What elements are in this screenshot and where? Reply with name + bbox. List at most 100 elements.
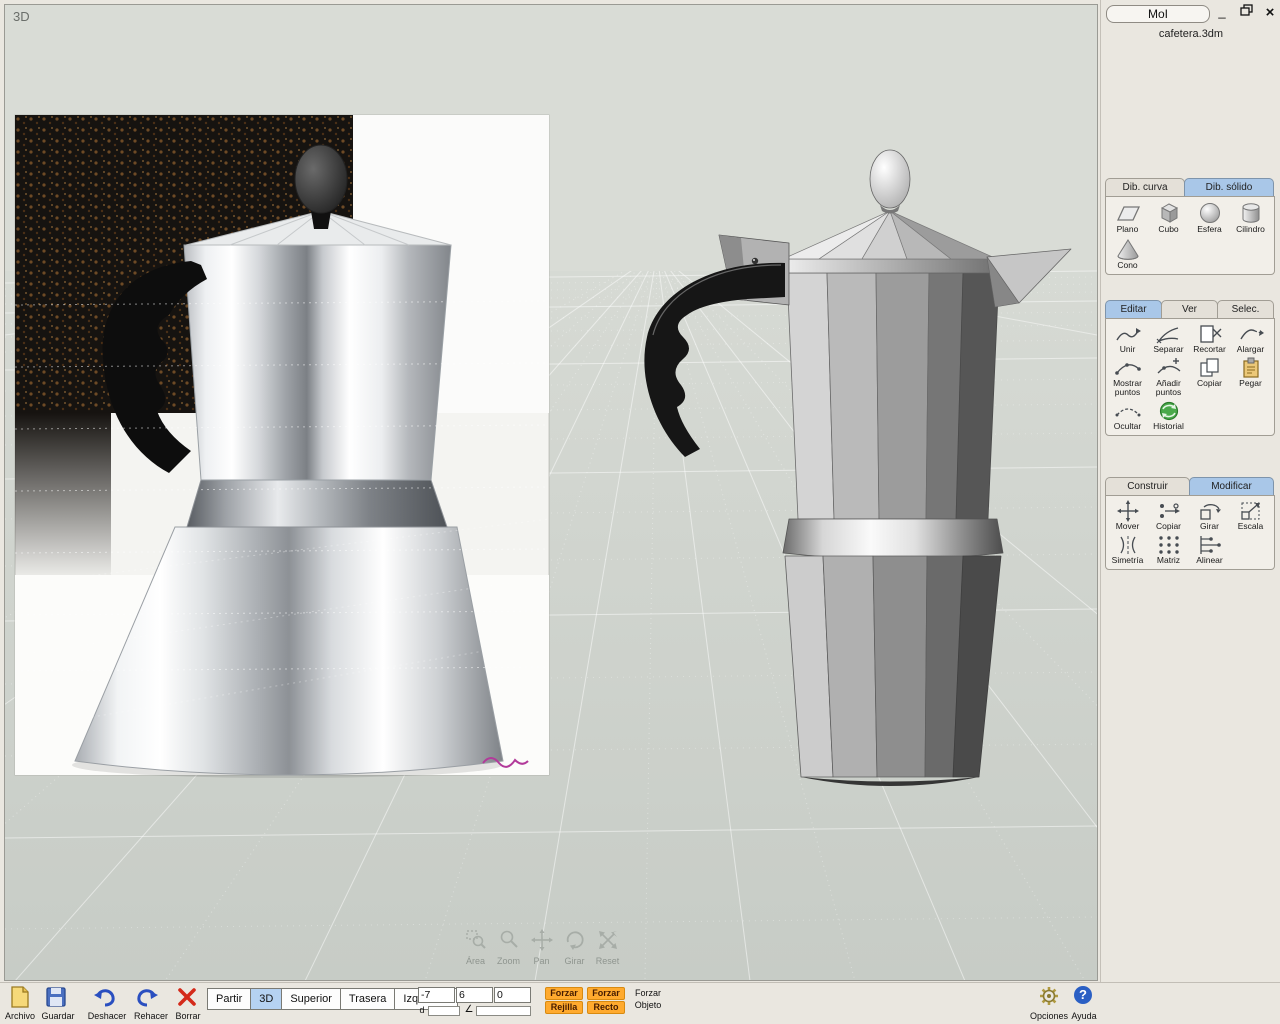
tool-copiar-mod[interactable]: Copiar — [1148, 500, 1189, 531]
extend-icon — [1239, 329, 1264, 340]
file-icon — [11, 986, 29, 1008]
minimize-button[interactable]: _ — [1213, 4, 1231, 20]
tool-alinear[interactable]: Alinear — [1189, 534, 1230, 565]
tool-unir[interactable]: Unir — [1107, 323, 1148, 354]
tool-escala[interactable]: Escala — [1230, 500, 1271, 531]
delete-x-icon — [178, 988, 196, 1006]
tool-esfera[interactable]: Esfera — [1189, 201, 1230, 234]
viewport-3d[interactable]: 3D Área Zoom Pan Girar Reset — [0, 4, 1280, 982]
tool-alargar[interactable]: Alargar — [1230, 323, 1271, 354]
tab-dib-solido[interactable]: Dib. sólido — [1184, 178, 1274, 196]
close-button[interactable]: × — [1261, 4, 1279, 21]
reference-image[interactable] — [14, 114, 550, 778]
tool-anadir-puntos[interactable]: Añadir puntos — [1148, 357, 1189, 397]
coord-z-input[interactable] — [494, 987, 531, 1003]
snap-straight-toggle[interactable]: Forzar Recto — [586, 987, 626, 1015]
snap-object-toggle[interactable]: Forzar Objeto — [628, 987, 668, 1015]
sphere-icon — [1199, 203, 1220, 223]
viewport-label: 3D — [13, 9, 30, 24]
copy-move-icon — [1159, 503, 1180, 518]
rotate-obj-icon — [1199, 504, 1221, 520]
delete-button[interactable] — [176, 986, 198, 1013]
tab-modificar[interactable]: Modificar — [1189, 477, 1274, 495]
ayuda-label: Ayuda — [1071, 1011, 1097, 1021]
tool-cilindro[interactable]: Cilindro — [1230, 201, 1271, 234]
redo-button[interactable] — [134, 985, 160, 1014]
distance-label: d — [419, 1005, 425, 1015]
tool-historial[interactable]: Historial — [1148, 400, 1189, 431]
maximize-button[interactable] — [1237, 4, 1255, 20]
tool-pegar[interactable]: Pegar — [1230, 357, 1271, 397]
archivo-label: Archivo — [4, 1011, 35, 1021]
tab-editar[interactable]: Editar — [1105, 300, 1162, 318]
tool-cubo[interactable]: Cubo — [1148, 201, 1189, 234]
tab-construir[interactable]: Construir — [1105, 477, 1190, 495]
gear-icon — [1040, 987, 1058, 1005]
tool-mostrar-puntos[interactable]: Mostrar puntos — [1107, 357, 1148, 397]
tool-girar[interactable]: Girar — [1189, 500, 1230, 531]
rotate-icon — [566, 931, 584, 950]
help-button[interactable]: ? — [1074, 986, 1092, 1004]
bottom-toolbar: Archivo Guardar Deshacer Rehacer Borrar — [0, 982, 1280, 1024]
help-icon: ? — [1079, 987, 1087, 1002]
undo-icon — [94, 989, 115, 1007]
viewport-nav: Área Zoom Pan Girar Reset — [459, 929, 624, 966]
join-icon — [1115, 328, 1141, 341]
tab-selec[interactable]: Selec. — [1217, 300, 1274, 318]
tool-copiar-edit[interactable]: Copiar — [1189, 357, 1230, 397]
tool-plano[interactable]: Plano — [1107, 201, 1148, 234]
cone-icon — [1116, 239, 1139, 260]
cube-icon — [1160, 203, 1178, 223]
tool-cono[interactable]: Cono — [1107, 237, 1148, 270]
history-icon — [1159, 401, 1178, 421]
redo-icon — [137, 989, 158, 1007]
coord-x-input[interactable] — [418, 987, 455, 1003]
paste-icon — [1242, 357, 1259, 378]
nav-reset-button[interactable]: Reset — [591, 929, 624, 966]
deshacer-label: Deshacer — [87, 1011, 127, 1021]
coord-y-input[interactable] — [456, 987, 493, 1003]
nav-pan-button[interactable]: Pan — [525, 929, 558, 966]
nav-area-button[interactable]: Área — [459, 929, 492, 966]
document-filename: cafetera.3dm — [1158, 28, 1224, 40]
tab-dib-curva[interactable]: Dib. curva — [1105, 178, 1185, 196]
options-button[interactable] — [1038, 985, 1060, 1012]
maximize-icon — [1239, 4, 1253, 16]
save-icon — [46, 987, 66, 1007]
tool-ocultar[interactable]: Ocultar — [1107, 400, 1148, 431]
cylinder-icon — [1242, 203, 1259, 223]
align-icon — [1199, 536, 1221, 554]
zoom-icon — [500, 930, 518, 948]
tool-mover[interactable]: Mover — [1107, 500, 1148, 531]
copy-icon — [1199, 358, 1219, 377]
guardar-label: Guardar — [41, 1011, 75, 1021]
tab-ver[interactable]: Ver — [1161, 300, 1218, 318]
mirror-icon — [1119, 536, 1136, 554]
reset-icon — [598, 931, 617, 949]
tool-simetria[interactable]: Simetría — [1107, 534, 1148, 565]
view-3d-button[interactable]: 3D — [250, 988, 283, 1010]
plane-icon — [1116, 206, 1140, 221]
area-zoom-icon — [465, 930, 486, 949]
view-partir-button[interactable]: Partir — [207, 988, 252, 1010]
show-points-icon — [1114, 363, 1141, 375]
nav-rotate-button[interactable]: Girar — [558, 929, 591, 966]
nav-zoom-button[interactable]: Zoom — [492, 929, 525, 966]
file-new-button[interactable] — [8, 985, 32, 1014]
modify-palette: Construir Modificar Mover Copiar Girar E… — [1105, 477, 1275, 570]
scale-icon — [1240, 502, 1260, 520]
tool-separar[interactable]: Separar — [1148, 323, 1189, 354]
undo-button[interactable] — [92, 985, 118, 1014]
borrar-label: Borrar — [175, 1011, 201, 1021]
view-trasera-button[interactable]: Trasera — [339, 988, 396, 1010]
tool-recortar[interactable]: Recortar — [1189, 323, 1230, 354]
trim-icon — [1199, 325, 1221, 343]
window-title: MoI — [1106, 5, 1210, 23]
view-superior-button[interactable]: Superior — [281, 988, 341, 1010]
angle-input[interactable] — [476, 1006, 531, 1016]
save-button[interactable] — [44, 985, 68, 1014]
tool-matriz[interactable]: Matriz — [1148, 534, 1189, 565]
distance-input[interactable] — [428, 1006, 460, 1016]
viewport-canvas — [0, 5, 1280, 982]
snap-grid-toggle[interactable]: Forzar Rejilla — [544, 987, 584, 1015]
